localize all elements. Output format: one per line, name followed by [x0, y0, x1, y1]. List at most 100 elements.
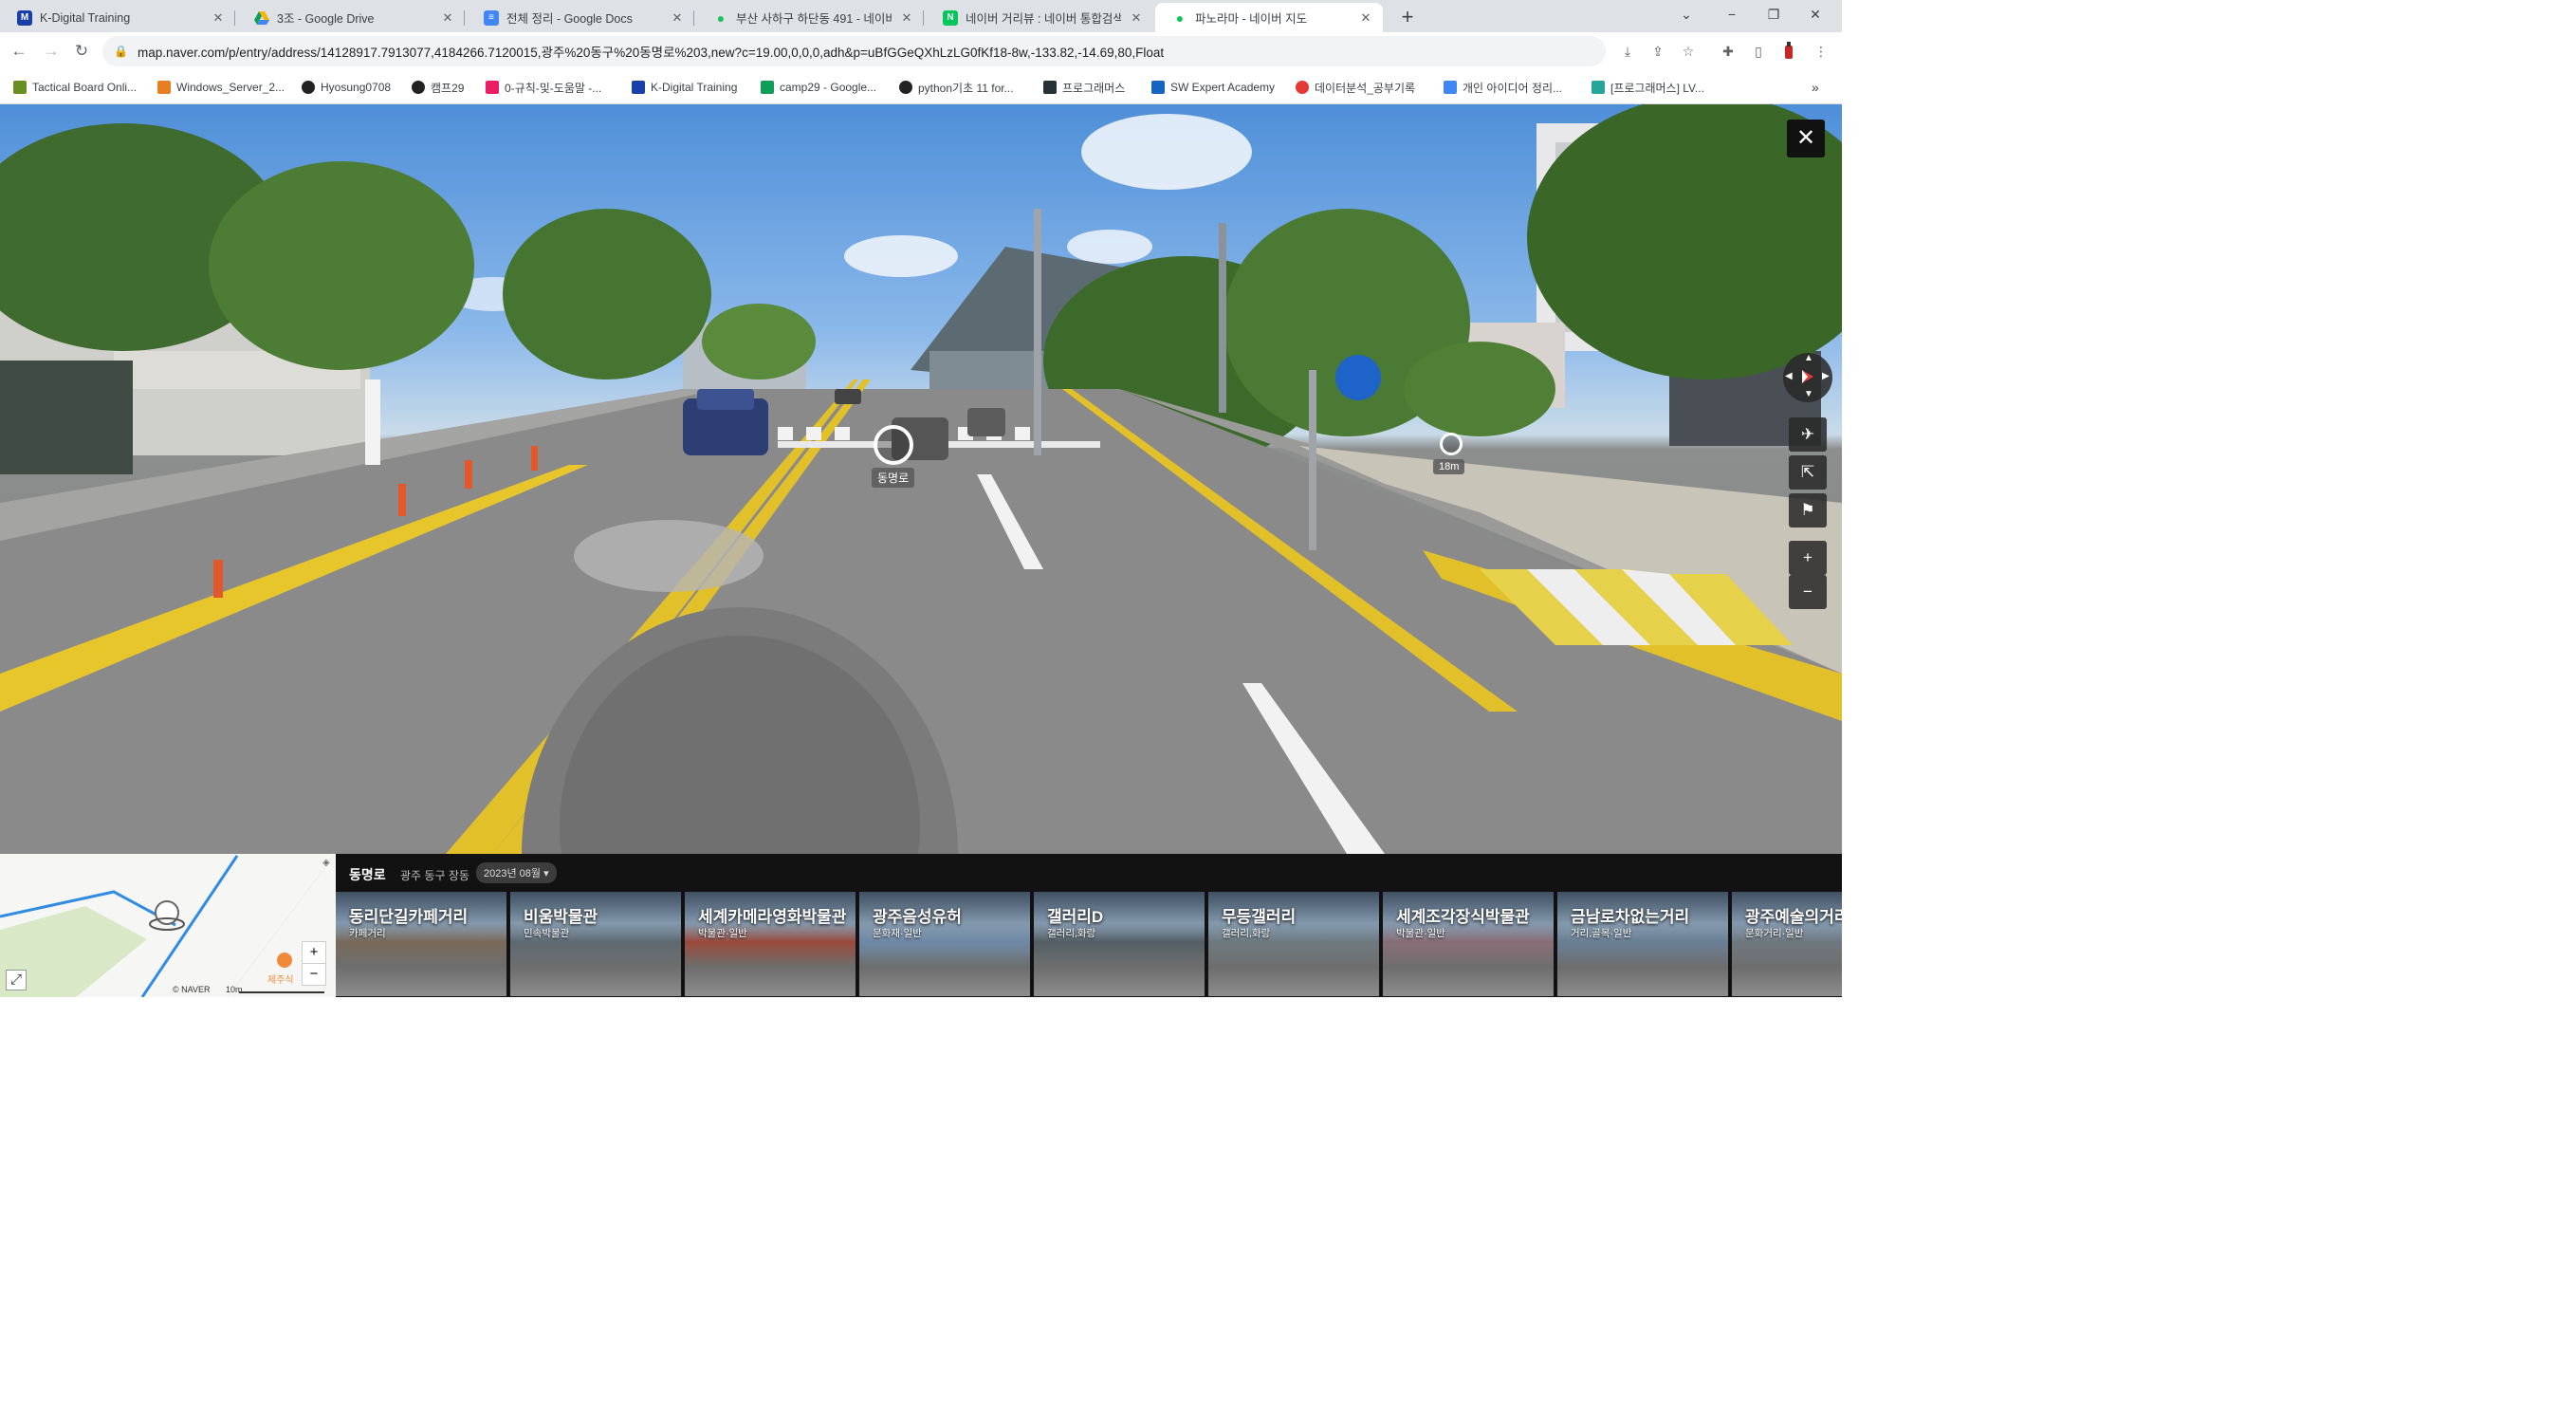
panorama-scene [0, 104, 1842, 854]
close-icon[interactable]: ✕ [1129, 10, 1144, 26]
road-navigation-marker[interactable] [874, 425, 913, 465]
bookmark-item[interactable]: [프로그래머스] LV... [1592, 78, 1704, 97]
profile-avatar[interactable] [1779, 42, 1798, 61]
k-digital-favicon-icon [632, 81, 645, 94]
place-name: 동리단길카페거리 [349, 908, 469, 926]
install-app-icon[interactable]: ⤓ [1618, 42, 1637, 61]
bookmark-item[interactable]: Tactical Board Onli... [13, 78, 137, 97]
google-sheets-icon [761, 81, 774, 94]
compass-down-arrow-icon[interactable]: ▼ [1804, 389, 1813, 399]
k-digital-favicon-icon: M [17, 9, 32, 26]
place-card[interactable]: 광주음성유허 문화재·일반 [859, 892, 1032, 996]
minimap-zoom-out-button[interactable]: − [302, 963, 326, 986]
close-icon[interactable]: ✕ [670, 10, 685, 26]
tab-naver-search[interactable]: N 네이버 거리뷰 : 네이버 통합검색 ✕ [926, 3, 1153, 32]
naver-attribution: © NAVER [173, 985, 211, 994]
bookmark-label: camp29 - Google... [780, 81, 877, 94]
extensions-puzzle-icon[interactable]: ✚ [1719, 42, 1738, 61]
date-label: 2023년 08월 [484, 868, 542, 879]
place-category: 박물관·일반 [1396, 928, 1445, 939]
tab-naver-panorama[interactable]: ● 파노라마 - 네이버 지도 ✕ [1155, 3, 1383, 32]
slack-icon [486, 81, 499, 94]
restore-button[interactable]: ❐ [1757, 0, 1791, 28]
tab-title: 전체 정리 - Google Docs [506, 12, 633, 26]
bookmarks-overflow-icon[interactable]: » [1812, 78, 1819, 97]
bookmark-item[interactable]: Hyosung0708 [302, 78, 391, 97]
place-category: 거리,골목·일반 [1571, 928, 1632, 939]
close-icon[interactable]: ✕ [899, 10, 914, 26]
place-card[interactable]: 광주예술의거리 문화거리·일반 [1732, 892, 1842, 996]
zoom-in-button[interactable]: + [1789, 541, 1827, 575]
minimap[interactable]: ⤢ 제주식 © NAVER 10m + − ◈ [0, 854, 336, 997]
place-card[interactable]: 무등갤러리 갤러리,화랑 [1208, 892, 1381, 996]
close-icon[interactable]: ✕ [440, 10, 455, 26]
place-card[interactable]: 금남로차없는거리 거리,골목·일반 [1557, 892, 1730, 996]
swea-icon [1151, 81, 1165, 94]
place-name: 세계카메라영화박물관 [698, 908, 847, 926]
bookmark-item[interactable]: 개인 아이디어 정리... [1444, 78, 1562, 97]
bookmark-item[interactable]: python기초 11 for... [899, 78, 1014, 97]
report-icon[interactable]: ⚑ [1789, 493, 1827, 527]
zoom-out-button[interactable]: − [1789, 575, 1827, 609]
tab-google-drive[interactable]: 3조 - Google Drive ✕ [237, 3, 465, 32]
bookmark-label: Windows_Server_2... [176, 81, 285, 94]
forward-arrow-icon[interactable]: → [38, 38, 64, 65]
bookmark-item[interactable]: 캠프29 [412, 78, 464, 97]
side-panel-icon[interactable]: ▯ [1749, 42, 1768, 61]
bookmark-item[interactable]: 0-규칙-및-도움말 -... [486, 78, 601, 97]
compass-right-arrow-icon[interactable]: ▶ [1822, 371, 1830, 381]
close-icon[interactable]: ✕ [1358, 10, 1373, 26]
tab-naver-map-busan[interactable]: ● 부산 사하구 하단동 491 - 네이버 ✕ [696, 3, 924, 32]
place-card[interactable]: 동리단길카페거리 카페거리 [336, 892, 508, 996]
bookmark-item[interactable]: K-Digital Training [632, 78, 737, 97]
new-tab-button[interactable]: + [1394, 5, 1421, 29]
bookmark-label: 데이터분석_공부기록 [1315, 81, 1416, 95]
street-view-panorama[interactable]: ✕ 동명로 18m ▲ ▼ ◀ ▶ ✈ ⇱ ⚑ + − ⌄ [0, 104, 1842, 854]
minimap-zoom-in-button[interactable]: + [302, 941, 326, 964]
share-icon[interactable]: ⇪ [1648, 42, 1667, 61]
tab-k-digital-training[interactable]: M K-Digital Training ✕ [8, 3, 235, 32]
tab-search-chevron-down-icon[interactable]: ⌄ [1669, 0, 1703, 28]
tab-google-docs[interactable]: ≡ 전체 정리 - Google Docs ✕ [467, 3, 694, 32]
drive-icon [254, 10, 269, 26]
github-icon [302, 81, 315, 94]
share-link-icon[interactable]: ⇱ [1789, 455, 1827, 490]
compass-up-arrow-icon[interactable]: ▲ [1804, 353, 1813, 363]
window-close-button[interactable]: ✕ [1798, 0, 1832, 28]
address-bar[interactable]: 🔒 map.naver.com/p/entry/address/14128917… [102, 36, 1606, 66]
bookmark-favicon-icon [13, 81, 27, 94]
minimap-settings-icon[interactable]: ◈ [322, 858, 330, 868]
bookmark-label: 0-규칙-및-도움말 -... [505, 81, 602, 95]
close-icon[interactable]: ✕ [211, 10, 226, 26]
distance-label: 18m [1433, 459, 1465, 474]
browser-toolbar: ← → ↻ 🔒 map.naver.com/p/entry/address/14… [0, 32, 1842, 70]
place-card[interactable]: 세계카메라영화박물관 박물관·일반 [685, 892, 857, 996]
compass-left-arrow-icon[interactable]: ◀ [1785, 371, 1793, 381]
expand-map-icon[interactable]: ⤢ [6, 970, 27, 990]
place-name: 광주예술의거리 [1745, 908, 1842, 926]
place-card[interactable]: 세계조각장식박물관 박물관·일반 [1383, 892, 1555, 996]
tab-title: 네이버 거리뷰 : 네이버 통합검색 [966, 12, 1121, 26]
date-selector[interactable]: 2023년 08월 ▾ [476, 862, 557, 883]
tab-divider [464, 10, 465, 26]
back-arrow-icon[interactable]: ← [6, 38, 32, 65]
bookmark-item[interactable]: 데이터분석_공부기록 [1296, 78, 1415, 97]
place-card[interactable]: 갤러리D 갤러리,화랑 [1034, 892, 1206, 996]
reload-icon[interactable]: ↻ [68, 38, 95, 65]
place-card[interactable]: 비움박물관 민속박물관 [510, 892, 683, 996]
bookmark-item[interactable]: camp29 - Google... [761, 78, 876, 97]
distance-marker[interactable] [1440, 433, 1463, 455]
bookmark-label: [프로그래머스] LV... [1610, 81, 1704, 95]
bookmark-item[interactable]: 프로그래머스 [1043, 78, 1125, 97]
kebab-menu-icon[interactable]: ⋮ [1812, 42, 1831, 61]
url-text: map.naver.com/p/entry/address/14128917.7… [137, 46, 1165, 60]
minimize-button[interactable]: − [1715, 0, 1749, 28]
bookmark-star-icon[interactable]: ☆ [1679, 42, 1698, 61]
bookmark-item[interactable]: SW Expert Academy [1151, 78, 1275, 97]
bookmark-item[interactable]: Windows_Server_2... [157, 78, 285, 97]
close-panorama-button[interactable]: ✕ [1787, 120, 1825, 157]
compass-control[interactable]: ▲ ▼ ◀ ▶ [1783, 353, 1832, 402]
compass-needle-icon [1802, 370, 1813, 383]
aerial-view-airplane-icon[interactable]: ✈ [1789, 417, 1827, 452]
bookmark-label: 캠프29 [431, 81, 465, 95]
